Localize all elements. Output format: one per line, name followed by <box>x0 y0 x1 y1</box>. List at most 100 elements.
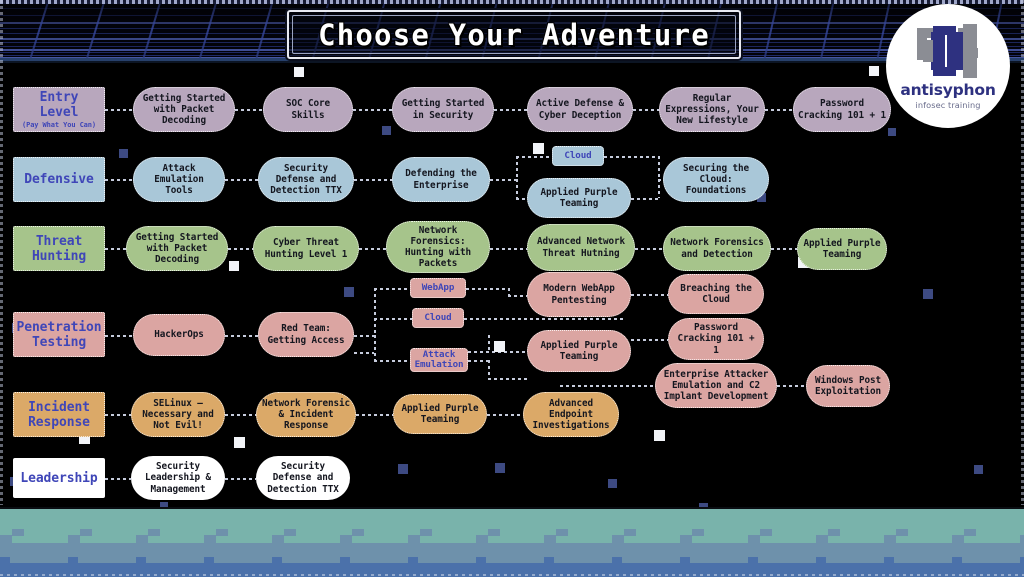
track-label-text: Penetration Testing <box>16 319 102 350</box>
course-node[interactable]: Password Cracking 101 + 1 <box>668 318 764 360</box>
connector-segment <box>105 179 133 181</box>
connector-segment <box>374 318 412 320</box>
connector-segment <box>516 156 552 158</box>
page-title: Choose Your Adventure <box>318 17 710 52</box>
connector-segment <box>225 179 258 181</box>
connector-segment <box>225 335 258 337</box>
pixel-particle <box>923 289 933 299</box>
course-node[interactable]: Network Forensics and Detection <box>663 226 771 271</box>
connector-segment <box>374 288 410 290</box>
branch-tag-cloud[interactable]: Cloud <box>552 146 604 166</box>
connector-segment <box>105 248 126 250</box>
course-node[interactable]: Breaching the Cloud <box>668 274 764 314</box>
left-edge-dots <box>0 0 3 505</box>
track-label-threat-hunting[interactable]: Threat Hunting <box>13 226 105 271</box>
poster-canvas: Choose Your Adventure antisyphon infosec… <box>0 0 1024 577</box>
connector-segment <box>235 109 263 111</box>
connector-segment <box>508 288 510 295</box>
course-node[interactable]: Applied Purple Teaming <box>393 394 487 434</box>
track-label-text: Threat Hunting <box>31 233 87 264</box>
pixel-particle <box>869 66 879 76</box>
course-node[interactable]: Modern WebApp Pentesting <box>527 272 631 317</box>
connector-segment <box>604 156 660 158</box>
course-node[interactable]: Securing the Cloud: Foundations <box>663 157 769 202</box>
connector-segment <box>228 248 253 250</box>
course-node[interactable]: Applied Purple Teaming <box>527 178 631 218</box>
track-label-incident-response[interactable]: Incident Response <box>13 392 105 437</box>
branch-tag-attack-emulation[interactable]: Attack Emulation <box>410 348 468 372</box>
antisyphon-logo: antisyphon infosec training <box>886 4 1010 128</box>
connector-segment <box>374 360 410 362</box>
course-node[interactable]: Network Forensics: Hunting with Packets <box>386 221 490 273</box>
connector-segment <box>516 179 518 198</box>
track-label-penetration-testing[interactable]: Penetration Testing <box>13 312 105 357</box>
connector-segment <box>464 318 624 320</box>
page-title-frame: Choose Your Adventure <box>287 10 741 59</box>
connector-segment <box>631 339 668 341</box>
connector-segment <box>771 248 797 250</box>
track-label-text: Leadership <box>20 470 98 486</box>
pixel-particle <box>888 128 896 136</box>
course-node[interactable]: Getting Started in Security <box>392 87 494 132</box>
pixel-ground <box>0 507 1024 577</box>
grid-horizon-shadow <box>0 61 1024 63</box>
course-node[interactable]: Security Leadership & Management <box>131 456 225 500</box>
pixel-particle <box>229 261 239 271</box>
branch-tag-cloud[interactable]: Cloud <box>412 308 464 328</box>
pixel-particle <box>234 437 245 448</box>
course-node[interactable]: Cyber Threat Hunting Level 1 <box>253 226 359 271</box>
course-node[interactable]: Network Forensic & Incident Response <box>256 392 356 437</box>
course-node[interactable]: Security Defense and Detection TTX <box>256 456 350 500</box>
branch-tag-webapp[interactable]: WebApp <box>410 278 466 298</box>
course-node[interactable]: Regular Expressions, Your New Lifestyle <box>659 87 765 132</box>
connector-segment <box>560 385 655 387</box>
track-label-leadership[interactable]: Leadership <box>13 458 105 498</box>
connector-segment <box>354 335 374 337</box>
course-node[interactable]: SOC Core Skills <box>263 87 353 132</box>
course-node[interactable]: HackerOps <box>133 314 225 356</box>
course-node[interactable]: Security Defense and Detection TTX <box>258 157 354 202</box>
connector-segment <box>105 414 131 416</box>
connector-segment <box>494 109 527 111</box>
track-label-entry-level[interactable]: Entry Level (Pay What You Can) <box>13 87 105 132</box>
course-node[interactable]: SELinux – Necessary and Not Evil! <box>131 392 225 437</box>
course-node[interactable]: Windows Post Exploitation <box>806 365 890 407</box>
connector-segment <box>508 295 527 297</box>
connector-segment <box>488 378 527 380</box>
course-node[interactable]: Red Team: Getting Access <box>258 312 354 357</box>
connector-segment <box>488 360 490 378</box>
course-node[interactable]: Password Cracking 101 + 1 <box>793 87 891 132</box>
connector-segment <box>631 294 668 296</box>
course-node[interactable]: Active Defense & Cyber Deception <box>527 87 633 132</box>
course-node[interactable]: Defending the Enterprise <box>392 157 490 202</box>
connector-segment <box>635 248 663 250</box>
connector-segment <box>516 156 518 180</box>
track-label-defensive[interactable]: Defensive <box>13 157 105 202</box>
course-node[interactable]: Advanced Endpoint Investigations <box>523 392 619 437</box>
course-node[interactable]: Getting Started with Packet Decoding <box>126 226 228 271</box>
course-node[interactable]: Enterprise Attacker Emulation and C2 Imp… <box>655 363 777 408</box>
connector-segment <box>353 109 392 111</box>
connector-segment <box>633 109 659 111</box>
connector-segment <box>105 335 133 337</box>
connector-segment <box>658 156 660 180</box>
connector-segment <box>374 335 376 360</box>
track-label-text: Defensive <box>24 172 94 187</box>
connector-segment <box>466 288 508 290</box>
pixel-particle <box>382 126 391 135</box>
pixel-particle <box>608 479 617 488</box>
connector-segment <box>105 109 133 111</box>
logo-tagline: infosec training <box>915 100 981 110</box>
course-node[interactable]: Applied Purple Teaming <box>797 228 887 270</box>
pixel-particle <box>294 67 304 77</box>
course-node[interactable]: Applied Purple Teaming <box>527 330 631 372</box>
connector-segment <box>105 478 131 480</box>
pixel-particle <box>974 465 983 474</box>
connector-segment <box>490 248 527 250</box>
connector-segment <box>374 318 376 336</box>
course-node[interactable]: Advanced Network Threat Hutning <box>527 224 635 271</box>
course-node[interactable]: Attack Emulation Tools <box>133 157 225 202</box>
connector-segment <box>490 179 518 181</box>
pixel-particle <box>533 143 544 154</box>
course-node[interactable]: Getting Started with Packet Decoding <box>133 87 235 132</box>
